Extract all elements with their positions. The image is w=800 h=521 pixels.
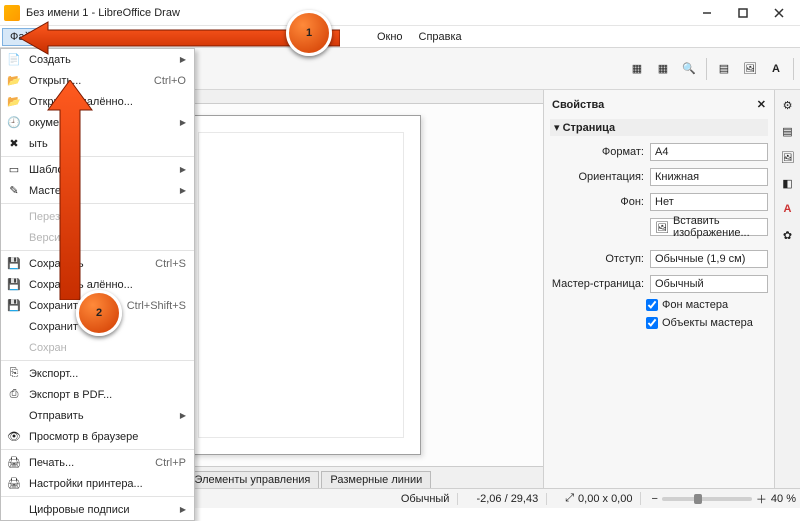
image-icon: 🖼 [655, 221, 669, 234]
menu-item-reload: Перезаг [1, 206, 194, 227]
label-background: Фон: [550, 196, 646, 208]
status-coordinates: -2,06 / 29,43 [468, 493, 547, 505]
status-style: Обычный [393, 493, 459, 505]
window-title: Без имени 1 - LibreOffice Draw [26, 7, 690, 19]
sidebar-rail: ⚙ ▤ 🖼 ◧ A ✿ [774, 90, 800, 488]
chart-icon[interactable]: ▤ [713, 58, 735, 80]
zoom-in-icon[interactable]: ＋ [756, 491, 767, 507]
menu-item-digital-sign[interactable]: Цифровые подписи▶ [1, 499, 194, 520]
menu-item-export[interactable]: ⎘Экспорт... [1, 363, 194, 384]
checkbox-master-objects[interactable]: Объекты мастера [646, 317, 768, 329]
zoom-slider[interactable] [662, 497, 752, 501]
app-icon [4, 5, 20, 21]
menu-item-preview[interactable]: 👁Просмотр в браузере [1, 426, 194, 447]
menu-bar: Файл П Окно Справка [0, 26, 800, 48]
menu-item-save-copy[interactable]: Сохранит [1, 316, 194, 337]
menu-item-print[interactable]: 🖨Печать...Ctrl+P [1, 452, 194, 473]
menu-item-versions: Версии... [1, 227, 194, 248]
title-bar: Без имени 1 - LibreOffice Draw [0, 0, 800, 26]
search-icon[interactable]: 🔍 [678, 58, 700, 80]
select-indent[interactable]: Обычные (1,9 см) [650, 250, 768, 268]
menu-item-open[interactable]: 📂Открыть...Ctrl+O [1, 70, 194, 91]
label-format: Формат: [550, 146, 646, 158]
tab-controls[interactable]: Элементы управления [186, 471, 320, 488]
select-format[interactable]: A4 [650, 143, 768, 161]
select-master[interactable]: Обычный [650, 275, 768, 293]
panel-title: Свойства [552, 99, 604, 111]
insert-image-button[interactable]: 🖼Вставить изображение... [650, 218, 768, 236]
section-page[interactable]: Страница [563, 122, 616, 134]
template-icon: ▭ [5, 162, 23, 178]
select-orientation[interactable]: Книжная [650, 168, 768, 186]
menu-item-close[interactable]: ✖ыть [1, 133, 194, 154]
minimize-button[interactable] [690, 3, 724, 23]
save-remote-icon: 💾 [5, 277, 23, 293]
grid-icon[interactable]: ▦ [626, 58, 648, 80]
pdf-icon: ⎙ [5, 387, 23, 403]
menu-item-open-remote[interactable]: 📂Открыть удалённо... [1, 91, 194, 112]
menu-help[interactable]: Справка [411, 28, 470, 46]
label-orientation: Ориентация: [550, 171, 646, 183]
menu-item-send[interactable]: Отправить▶ [1, 405, 194, 426]
properties-panel: Свойства✕ ▾ Страница Формат:A4 Ориентаци… [543, 90, 774, 488]
size-icon: ⤢ [565, 492, 574, 505]
zoom-out-icon[interactable]: − [651, 493, 657, 505]
export-icon: ⎘ [5, 366, 23, 382]
preview-icon: 👁 [5, 429, 23, 445]
properties-icon[interactable]: ▤ [779, 122, 797, 140]
menu-item-printer-settings[interactable]: 🖨Настройки принтера... [1, 473, 194, 494]
close-panel-icon[interactable]: ✕ [757, 98, 766, 111]
label-indent: Отступ: [550, 253, 646, 265]
menu-window[interactable]: Окно [369, 28, 411, 46]
zoom-value[interactable]: 40 % [771, 493, 796, 505]
checkbox-master-background[interactable]: Фон мастера [646, 299, 768, 311]
menu-item-wizard[interactable]: ✎Мастер▶ [1, 180, 194, 201]
text-icon[interactable]: A [765, 58, 787, 80]
save-icon: 💾 [5, 256, 23, 272]
image-icon[interactable]: 🖼 [739, 58, 761, 80]
gallery-icon[interactable]: 🖼 [779, 148, 797, 166]
menu-item-new[interactable]: 📄Создать▶ [1, 49, 194, 70]
navigator-icon[interactable]: ◧ [779, 174, 797, 192]
drawing-page[interactable] [181, 115, 421, 455]
functions-icon[interactable]: ✿ [779, 226, 797, 244]
menu-item-save-remote[interactable]: 💾Сохранить алённо... [1, 274, 194, 295]
menu-item-save-all: Сохран [1, 337, 194, 358]
close-icon: ✖ [5, 136, 23, 152]
maximize-button[interactable] [726, 3, 760, 23]
folder-open-icon: 📂 [5, 73, 23, 89]
cloud-open-icon: 📂 [5, 94, 23, 110]
print-icon: 🖨 [5, 455, 23, 471]
file-menu-dropdown: 📄Создать▶ 📂Открыть...Ctrl+O 📂Открыть уда… [0, 48, 195, 521]
menu-file[interactable]: Файл [2, 28, 45, 46]
styles-icon[interactable]: A [779, 200, 797, 218]
menu-item-save[interactable]: 💾СохранитьCtrl+S [1, 253, 194, 274]
select-background[interactable]: Нет [650, 193, 768, 211]
status-size: ⤢0,00 x 0,00 [557, 492, 641, 505]
grid-icon[interactable]: ▦ [652, 58, 674, 80]
save-as-icon: 💾 [5, 298, 23, 314]
printer-settings-icon: 🖨 [5, 476, 23, 492]
gear-icon[interactable]: ⚙ [779, 96, 797, 114]
menu-item-templates[interactable]: ▭Шаблоны▶ [1, 159, 194, 180]
new-doc-icon: 📄 [5, 52, 23, 68]
menu-item-save-as[interactable]: 💾Сохранить к...Ctrl+Shift+S [1, 295, 194, 316]
tab-dimension-lines[interactable]: Размерные линии [321, 471, 431, 488]
label-master: Мастер-страница: [550, 278, 646, 290]
menu-item-recent[interactable]: 🕘окументы▶ [1, 112, 194, 133]
menu-item-export-pdf[interactable]: ⎙Экспорт в PDF... [1, 384, 194, 405]
close-button[interactable] [762, 3, 796, 23]
wizard-icon: ✎ [5, 183, 23, 199]
recent-icon: 🕘 [5, 115, 23, 131]
